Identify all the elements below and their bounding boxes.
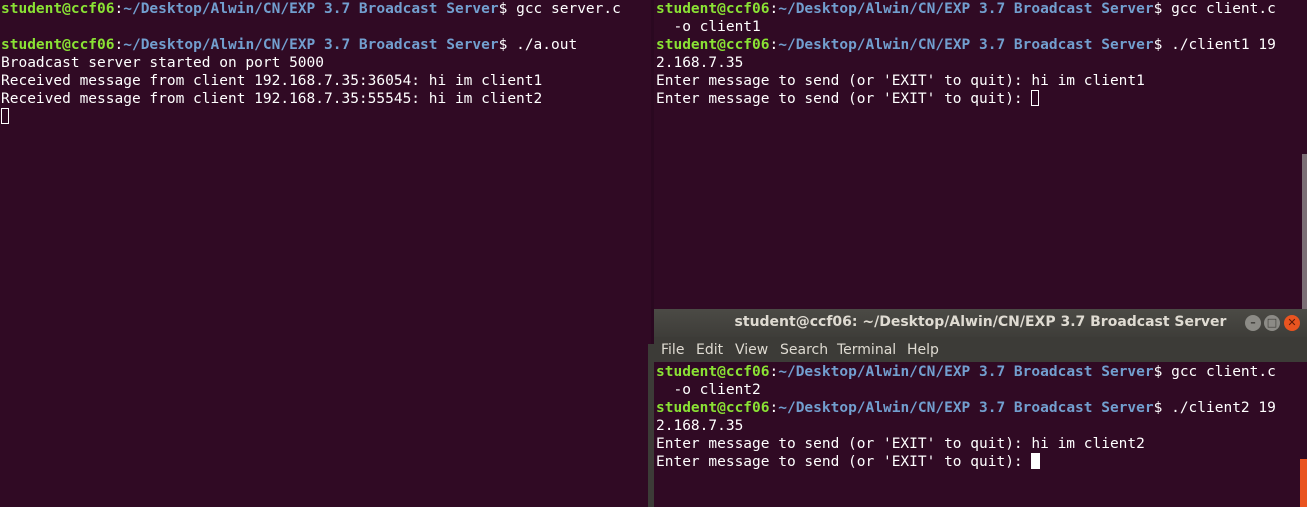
prompt-line: student@ccf06:~/Desktop/Alwin/CN/EXP 3.7… bbox=[656, 36, 1307, 54]
client1-terminal[interactable]: student@ccf06:~/Desktop/Alwin/CN/EXP 3.7… bbox=[654, 0, 1307, 309]
prompt-path: ~/Desktop/Alwin/CN/EXP 3.7 Broadcast Ser… bbox=[123, 1, 499, 17]
prompt-line: student@ccf06:~/Desktop/Alwin/CN/EXP 3.7… bbox=[656, 363, 1299, 381]
prompt-line: student@ccf06:~/Desktop/Alwin/CN/EXP 3.7… bbox=[656, 399, 1299, 417]
prompt-separator: : bbox=[769, 400, 779, 416]
prompt-separator: : bbox=[114, 37, 124, 53]
text-cursor bbox=[1031, 90, 1040, 106]
prompt-separator: : bbox=[769, 364, 779, 380]
menu-file[interactable]: File bbox=[661, 342, 684, 358]
wrapped-line: -o client2 bbox=[656, 382, 761, 398]
maximize-button[interactable]: □ bbox=[1264, 315, 1280, 331]
output-line: Received message from client 192.168.7.3… bbox=[1, 73, 543, 89]
prompt-line: student@ccf06:~/Desktop/Alwin/CN/EXP 3.7… bbox=[656, 0, 1307, 18]
prompt-user-host: student@ccf06 bbox=[656, 37, 770, 53]
wrapped-line: 2.168.7.35 bbox=[656, 55, 744, 71]
client2-terminal[interactable]: student@ccf06:~/Desktop/Alwin/CN/EXP 3.7… bbox=[654, 362, 1299, 507]
cursor-line bbox=[1, 108, 651, 126]
client2-window: student@ccf06: ~/Desktop/Alwin/CN/EXP 3.… bbox=[654, 309, 1307, 507]
menu-terminal[interactable]: Terminal bbox=[837, 342, 896, 358]
input-line: Enter message to send (or 'EXIT' to quit… bbox=[656, 90, 1307, 108]
command-text: $ gcc client.c bbox=[1153, 364, 1276, 380]
text-cursor bbox=[1, 108, 9, 124]
prompt-user-host: student@ccf06 bbox=[656, 400, 770, 416]
command-text: $ ./a.out bbox=[498, 37, 578, 53]
output-line: Broadcast server started on port 5000 bbox=[1, 55, 325, 71]
prompt-separator: : bbox=[769, 37, 779, 53]
menu-bar: File Edit View Search Terminal Help bbox=[654, 337, 1307, 362]
prompt-path: ~/Desktop/Alwin/CN/EXP 3.7 Broadcast Ser… bbox=[778, 1, 1154, 17]
command-text: $ ./client2 19 bbox=[1153, 400, 1276, 416]
minimize-button[interactable]: – bbox=[1245, 315, 1261, 331]
server-terminal[interactable]: student@ccf06:~/Desktop/Alwin/CN/EXP 3.7… bbox=[0, 0, 651, 507]
input-prompt: Enter message to send (or 'EXIT' to quit… bbox=[656, 454, 1032, 470]
close-button[interactable]: ✕ bbox=[1284, 315, 1300, 331]
menu-help[interactable]: Help bbox=[907, 342, 939, 358]
prompt-path: ~/Desktop/Alwin/CN/EXP 3.7 Broadcast Ser… bbox=[778, 400, 1154, 416]
command-text: $ gcc server.c bbox=[498, 1, 621, 17]
command-text: $ gcc client.c bbox=[1153, 1, 1276, 17]
prompt-separator: : bbox=[769, 1, 779, 17]
output-line: Enter message to send (or 'EXIT' to quit… bbox=[656, 436, 1145, 452]
maximize-icon: □ bbox=[1266, 316, 1278, 329]
menu-edit[interactable]: Edit bbox=[696, 342, 723, 358]
wrapped-line: -o client1 bbox=[656, 19, 761, 35]
input-line: Enter message to send (or 'EXIT' to quit… bbox=[656, 453, 1299, 471]
output-line: Enter message to send (or 'EXIT' to quit… bbox=[656, 73, 1145, 89]
prompt-user-host: student@ccf06 bbox=[656, 1, 770, 17]
output-line: Received message from client 192.168.7.3… bbox=[1, 91, 543, 107]
prompt-separator: : bbox=[114, 1, 124, 17]
menu-view[interactable]: View bbox=[735, 342, 768, 358]
input-prompt: Enter message to send (or 'EXIT' to quit… bbox=[656, 91, 1032, 107]
prompt-line: student@ccf06:~/Desktop/Alwin/CN/EXP 3.7… bbox=[1, 36, 651, 54]
menu-search[interactable]: Search bbox=[780, 342, 828, 358]
window-titlebar[interactable]: student@ccf06: ~/Desktop/Alwin/CN/EXP 3.… bbox=[654, 309, 1307, 337]
minimize-icon: – bbox=[1250, 316, 1256, 329]
text-cursor bbox=[1031, 453, 1041, 469]
window-title: student@ccf06: ~/Desktop/Alwin/CN/EXP 3.… bbox=[734, 314, 1227, 330]
prompt-user-host: student@ccf06 bbox=[656, 364, 770, 380]
scrollbar[interactable] bbox=[1299, 362, 1307, 507]
prompt-path: ~/Desktop/Alwin/CN/EXP 3.7 Broadcast Ser… bbox=[778, 37, 1154, 53]
wrapped-line: 2.168.7.35 bbox=[656, 418, 744, 434]
prompt-user-host: student@ccf06 bbox=[1, 37, 115, 53]
prompt-path: ~/Desktop/Alwin/CN/EXP 3.7 Broadcast Ser… bbox=[123, 37, 499, 53]
prompt-line: student@ccf06:~/Desktop/Alwin/CN/EXP 3.7… bbox=[1, 0, 651, 18]
prompt-user-host: student@ccf06 bbox=[1, 1, 115, 17]
command-text: $ ./client1 19 bbox=[1153, 37, 1276, 53]
prompt-path: ~/Desktop/Alwin/CN/EXP 3.7 Broadcast Ser… bbox=[778, 364, 1154, 380]
close-icon: ✕ bbox=[1287, 316, 1297, 329]
scrollbar-thumb[interactable] bbox=[1300, 459, 1307, 507]
scrollbar[interactable] bbox=[1302, 154, 1307, 309]
